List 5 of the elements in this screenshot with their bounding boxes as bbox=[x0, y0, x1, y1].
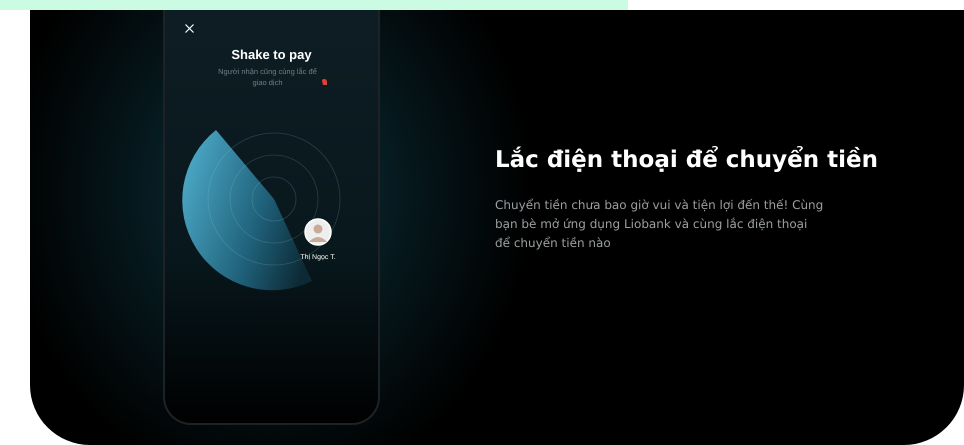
avatar-icon[interactable] bbox=[304, 218, 332, 246]
feature-heading: Lắc điện thoại để chuyển tiền bbox=[495, 147, 880, 173]
close-icon[interactable] bbox=[185, 24, 194, 33]
screen-title: Shake to pay bbox=[230, 47, 313, 62]
feature-description: Chuyển tiền chưa bao giờ vui và tiện lợi đến thế! Cùng bạn bè mở ứng dụng Liobank và cùng lắc điện thoại để chuyển tiền nào bbox=[495, 197, 824, 252]
